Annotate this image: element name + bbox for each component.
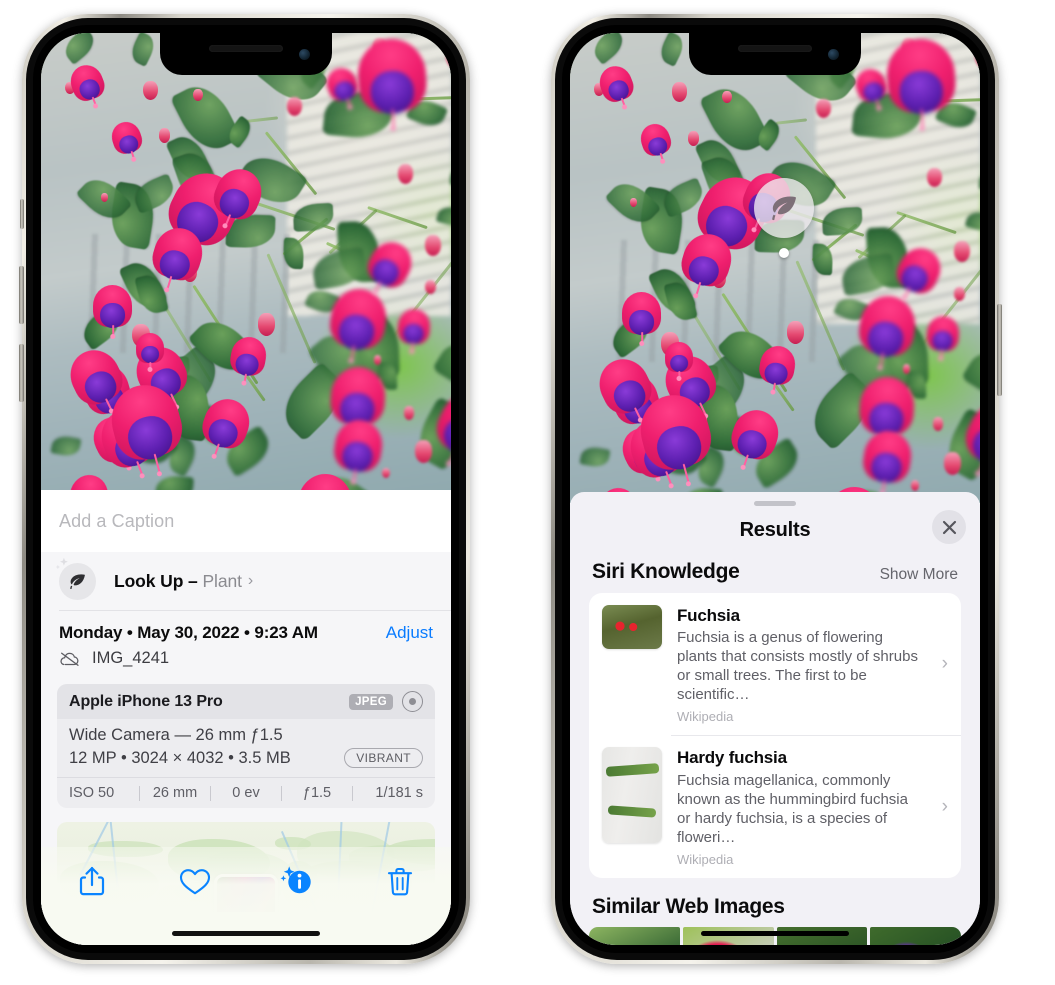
look-up-row[interactable]: Look Up – Plant › — [41, 552, 451, 610]
metadata-detail: Wide Camera — 26 mm ƒ1.5 12 MP • 3024 × … — [57, 719, 435, 777]
info-button[interactable] — [246, 859, 349, 903]
close-icon — [942, 520, 956, 534]
share-icon — [80, 866, 105, 896]
left-phone-device: Add a Caption Look Up – Plant › Monday •… — [19, 14, 470, 964]
close-button[interactable] — [932, 510, 966, 544]
exif-focal: 26 mm — [152, 785, 198, 801]
knowledge-thumbnail — [602, 747, 662, 844]
knowledge-source: Wikipedia — [677, 851, 734, 867]
sparkles-icon — [55, 557, 68, 569]
exif-ev: 0 ev — [232, 785, 260, 801]
look-up-subject: Plant — [202, 570, 242, 591]
badge-anchor-dot — [779, 248, 789, 258]
right-phone-device: Results Siri Knowledge Show More Fuchsia… — [551, 14, 1002, 964]
look-up-label: Look Up – Plant — [114, 571, 242, 592]
share-button[interactable] — [41, 859, 144, 903]
file-name: IMG_4241 — [92, 649, 170, 667]
screenshot-canvas: Add a Caption Look Up – Plant › Monday •… — [0, 0, 1055, 985]
results-title: Results — [739, 518, 811, 541]
power-button[interactable] — [997, 304, 1002, 396]
trash-icon — [387, 867, 412, 895]
format-badge: JPEG — [349, 693, 393, 710]
chevron-right-icon: › — [941, 795, 948, 817]
knowledge-title: Hardy fuchsia — [677, 748, 787, 768]
photo-viewer[interactable] — [41, 33, 451, 490]
siri-knowledge-header: Siri Knowledge Show More — [570, 554, 980, 593]
look-up-text: Look Up — [114, 570, 184, 591]
results-header: Results — [570, 506, 980, 554]
camera-metadata-card[interactable]: Apple iPhone 13 Pro JPEG Wide Camera — 2… — [57, 684, 435, 808]
lens-line: Wide Camera — 26 mm ƒ1.5 — [69, 726, 283, 744]
notch — [160, 33, 332, 75]
front-camera-icon — [828, 49, 839, 60]
leaf-icon — [55, 557, 96, 600]
photo-viewer[interactable] — [570, 33, 980, 503]
info-body: Look Up – Plant › Monday • May 30, 2022 … — [41, 552, 451, 945]
front-camera-icon — [299, 49, 310, 60]
knowledge-thumbnail — [602, 605, 662, 649]
earpiece-speaker — [209, 45, 283, 52]
knowledge-title: Fuchsia — [677, 606, 740, 625]
show-more-button[interactable]: Show More — [880, 566, 958, 584]
similar-web-images-header: Similar Web Images — [570, 878, 980, 927]
date-block: Monday • May 30, 2022 • 9:23 AM Adjust I… — [41, 611, 451, 674]
results-sheet: Results Siri Knowledge Show More Fuchsia… — [570, 492, 980, 945]
notch — [689, 33, 861, 75]
volume-down-button[interactable] — [19, 344, 24, 402]
photo-info-sheet: Add a Caption Look Up – Plant › Monday •… — [41, 490, 451, 945]
knowledge-source: Wikipedia — [677, 709, 734, 725]
chevron-right-icon: › — [247, 572, 254, 589]
knowledge-description: Fuchsia is a genus of flowering plants t… — [677, 629, 918, 704]
knowledge-item[interactable]: Fuchsia Fuchsia is a genus of flowering … — [589, 593, 961, 735]
heart-icon — [179, 868, 210, 894]
similar-web-images-title: Similar Web Images — [592, 894, 785, 918]
device-name: Apple iPhone 13 Pro — [69, 692, 223, 710]
exif-aperture: ƒ1.5 — [302, 785, 332, 801]
web-image-thumbnail[interactable] — [589, 926, 680, 945]
photographic-style-badge: VIBRANT — [344, 748, 423, 768]
siri-knowledge-card: Fuchsia Fuchsia is a genus of flowering … — [589, 593, 961, 878]
exif-shutter: 1/181 s — [375, 785, 423, 801]
metadata-header: Apple iPhone 13 Pro JPEG — [57, 684, 435, 719]
home-indicator[interactable] — [701, 931, 849, 936]
home-indicator[interactable] — [172, 931, 320, 936]
earpiece-speaker — [738, 45, 812, 52]
delete-button[interactable] — [349, 859, 452, 903]
leaf-glyph — [772, 196, 796, 221]
size-line: 12 MP • 3024 × 4032 • 3.5 MB — [69, 748, 291, 767]
favorite-button[interactable] — [144, 859, 247, 903]
web-image-thumbnail[interactable] — [870, 926, 961, 945]
knowledge-description: Fuchsia magellanica, commonly known as t… — [677, 771, 908, 846]
chevron-right-icon: › — [941, 653, 948, 675]
raw-circle-icon[interactable] — [402, 691, 423, 712]
volume-up-button[interactable] — [19, 266, 24, 324]
mute-switch[interactable] — [20, 199, 24, 229]
exif-row: ISO 50 26 mm 0 ev ƒ1.5 1/181 s — [57, 777, 435, 808]
exif-iso: ISO 50 — [69, 785, 115, 801]
look-up-dash: – — [183, 570, 203, 591]
caption-row[interactable]: Add a Caption — [41, 490, 451, 552]
caption-placeholder[interactable]: Add a Caption — [59, 511, 174, 532]
adjust-button[interactable]: Adjust — [386, 623, 433, 643]
cloud-slash-icon — [60, 652, 79, 666]
right-phone-screen: Results Siri Knowledge Show More Fuchsia… — [570, 33, 980, 945]
photo-date: Monday • May 30, 2022 • 9:23 AM — [59, 623, 318, 642]
visual-lookup-badge[interactable] — [754, 178, 814, 258]
info-sparkle-icon — [280, 866, 311, 894]
siri-knowledge-title: Siri Knowledge — [592, 560, 740, 583]
left-phone-screen: Add a Caption Look Up – Plant › Monday •… — [41, 33, 451, 945]
leaf-icon — [754, 178, 814, 238]
knowledge-item[interactable]: Hardy fuchsia Fuchsia magellanica, commo… — [589, 735, 961, 877]
